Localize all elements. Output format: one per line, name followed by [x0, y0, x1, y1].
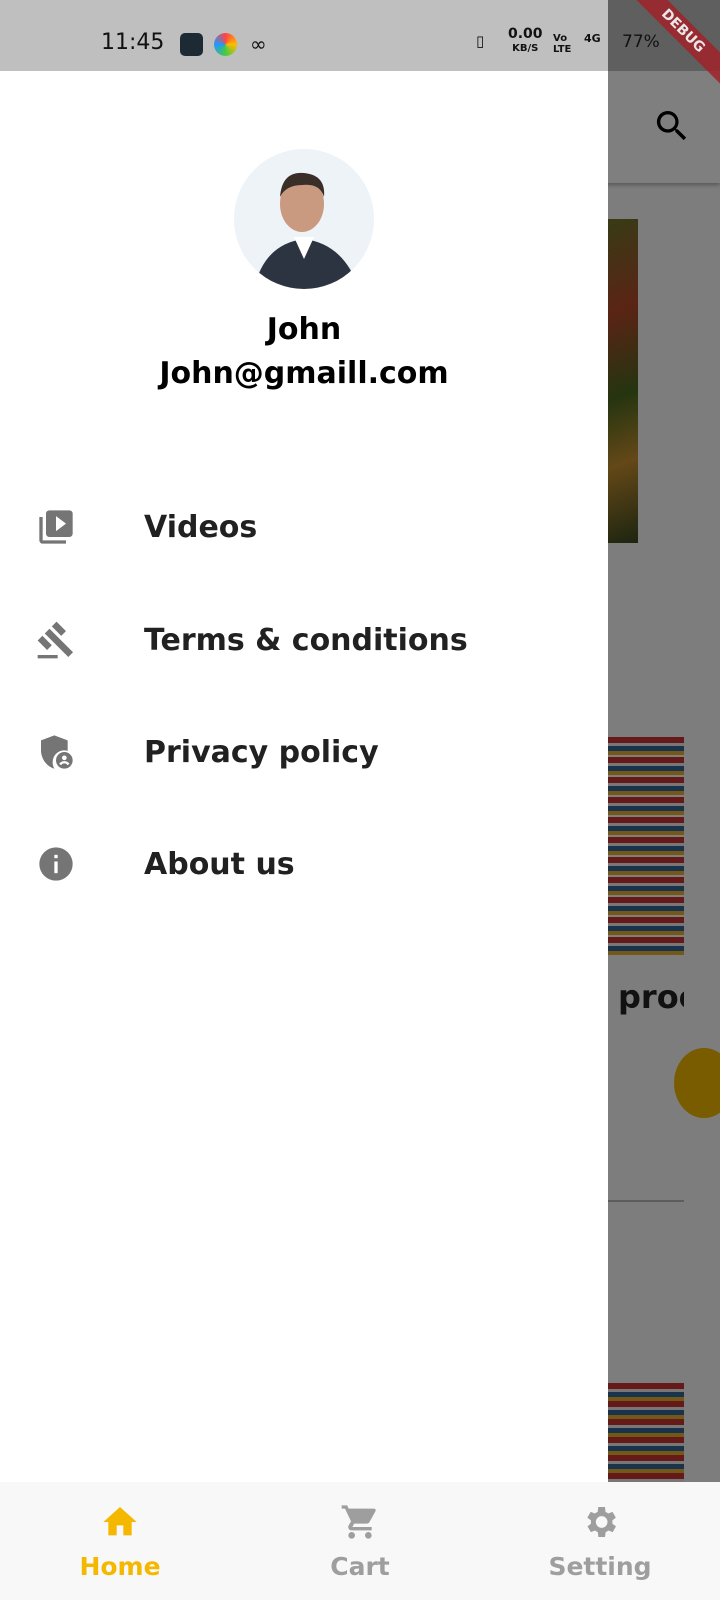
drawer-item-label: Videos: [144, 509, 258, 545]
user-name: John: [266, 312, 342, 347]
avatar[interactable]: [234, 149, 374, 289]
speed-unit: KB/S: [512, 43, 539, 54]
drawer-item-label: Privacy policy: [144, 734, 379, 770]
drawer-item-about[interactable]: About us: [0, 814, 608, 914]
signal-icon: 4G: [584, 32, 601, 45]
nav-label: Cart: [330, 1552, 390, 1581]
drawer-item-terms[interactable]: Terms & conditions: [0, 590, 608, 690]
admin-shield-icon: [41, 735, 73, 769]
info-icon: [39, 847, 73, 881]
bottom-navigation: Home Cart Setting: [0, 1482, 720, 1600]
drawer-item-label: About us: [144, 846, 295, 882]
gavel-icon: [37, 621, 74, 659]
video-library-icon: [39, 510, 73, 544]
cart-icon: [341, 1505, 376, 1539]
vibrate-icon: ▯: [476, 32, 485, 50]
home-icon: [103, 1507, 137, 1536]
link-icon: ∞: [250, 32, 267, 56]
drawer-item-privacy[interactable]: Privacy policy: [0, 702, 608, 802]
navigation-drawer: John John@gmaill.com Videos Terms & cond…: [0, 0, 608, 1600]
nav-cart[interactable]: Cart: [240, 1482, 480, 1600]
user-email: John@gmaill.com: [159, 356, 449, 391]
volte-icon: Vo LTE: [553, 33, 572, 55]
app-notification-icon: [214, 33, 237, 56]
nav-home[interactable]: Home: [0, 1482, 240, 1600]
gear-icon: [587, 1507, 616, 1537]
network-speed: 0.00 KB/S: [508, 26, 543, 55]
status-time: 11:45: [101, 30, 165, 55]
app-notification-icon: [180, 33, 203, 56]
nav-label: Setting: [548, 1552, 652, 1581]
nav-setting[interactable]: Setting: [480, 1482, 720, 1600]
battery-level: 77%: [622, 32, 660, 52]
drawer-item-label: Terms & conditions: [144, 622, 468, 658]
nav-label: Home: [79, 1552, 161, 1581]
drawer-item-videos[interactable]: Videos: [0, 477, 608, 577]
status-bar: 11:45 ∞ ▯ 0.00 KB/S Vo LTE 4G 77%: [0, 0, 720, 71]
speed-value: 0.00: [508, 26, 543, 42]
